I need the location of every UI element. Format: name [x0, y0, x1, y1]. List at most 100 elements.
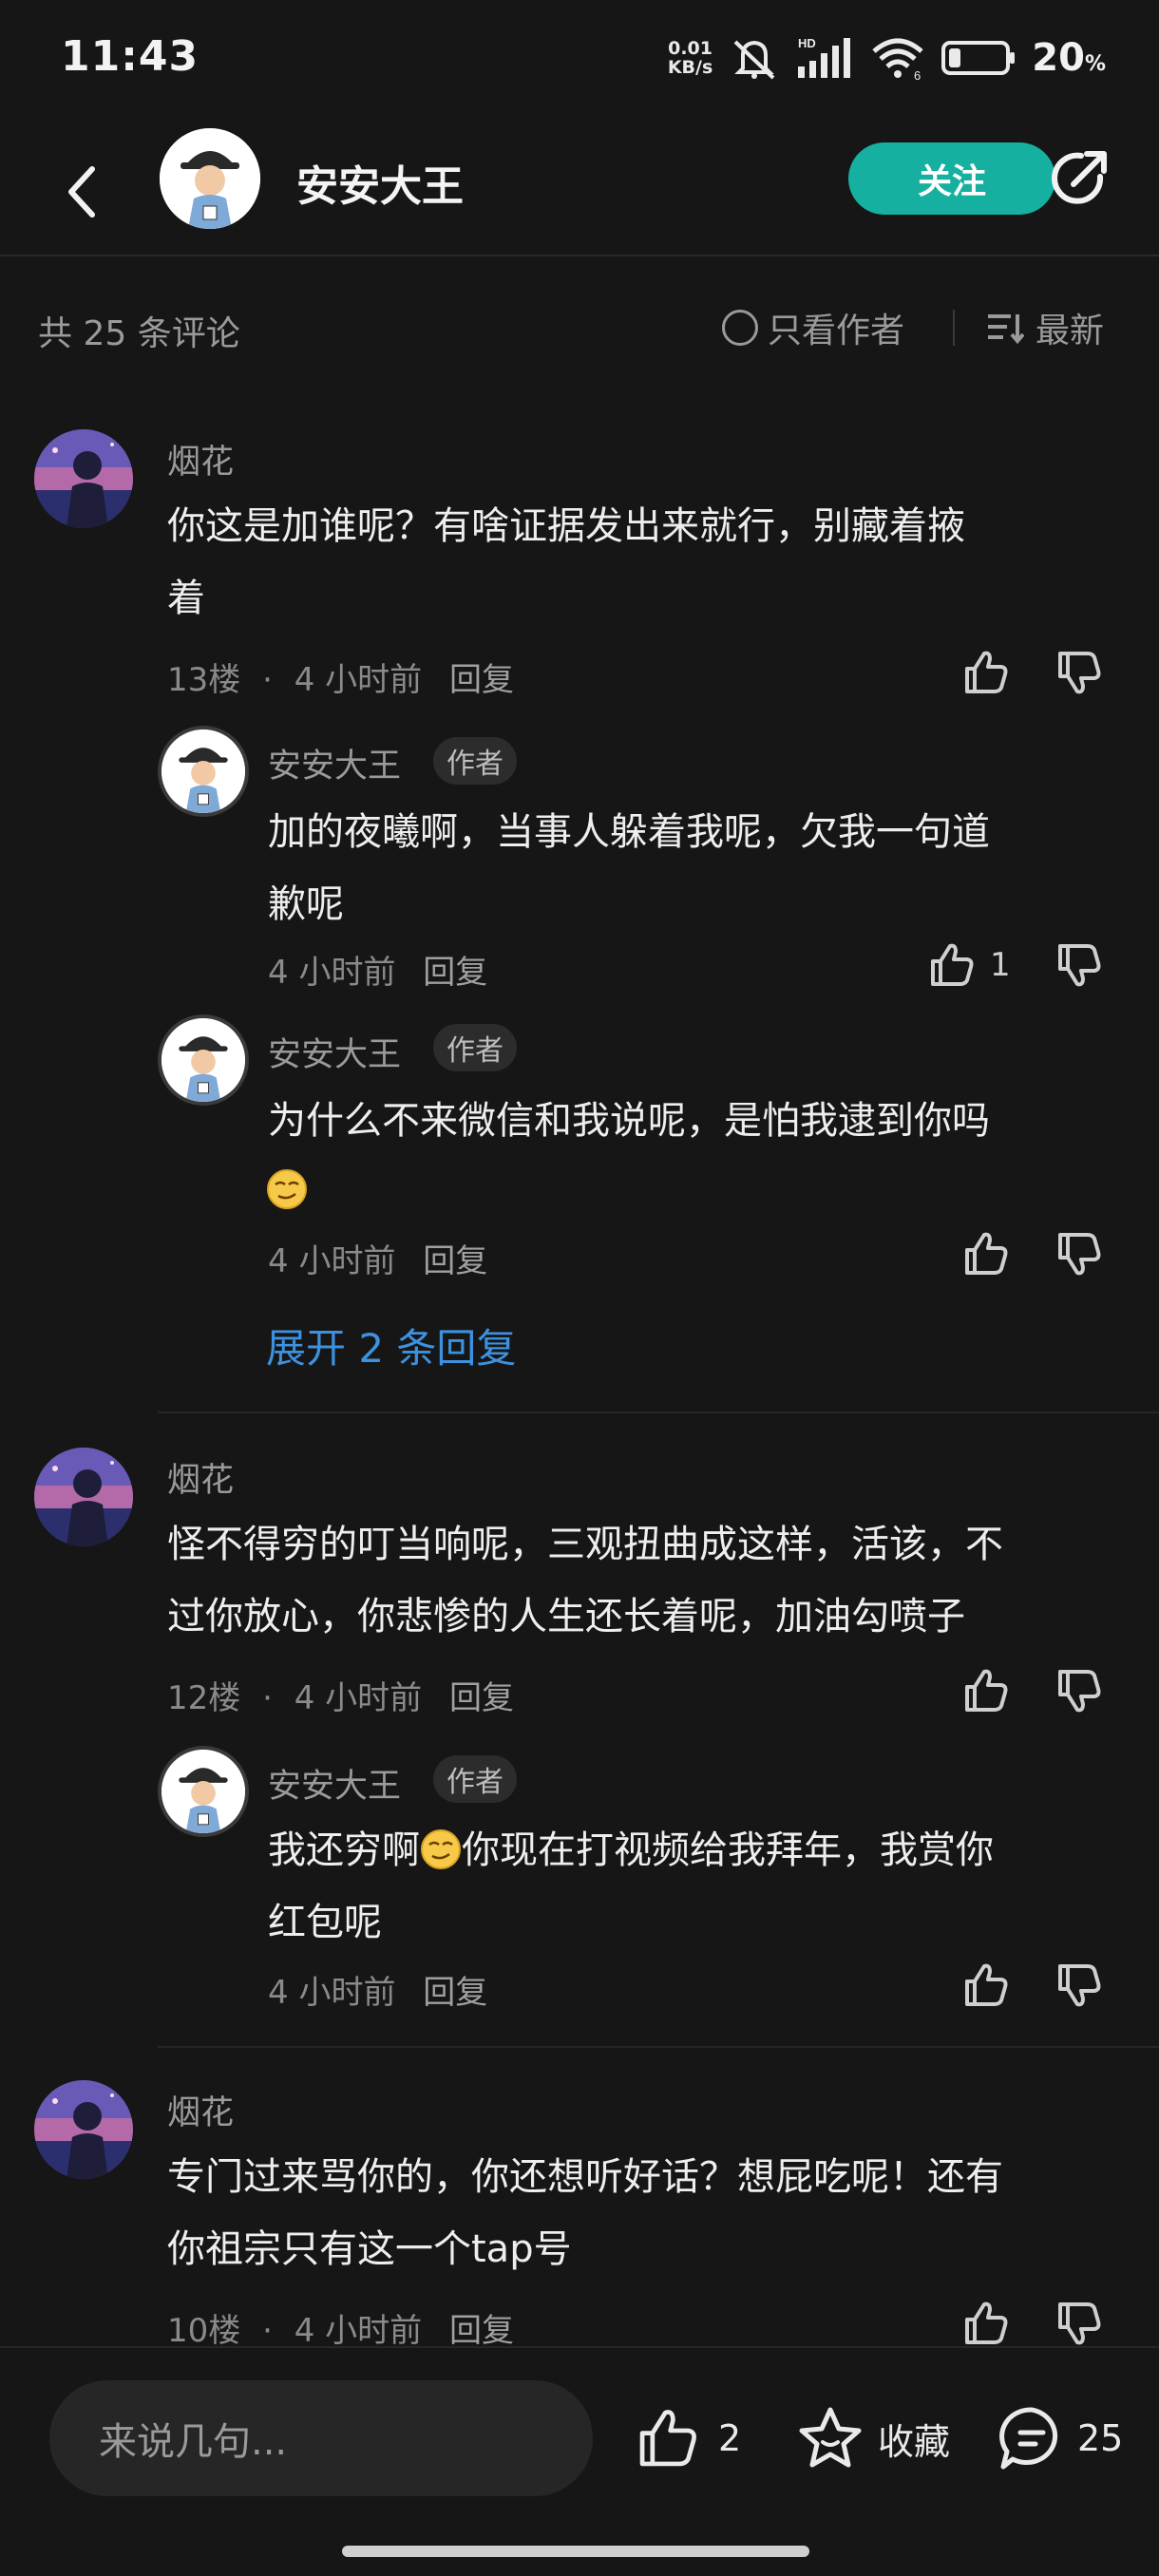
top-app-bar: 安安大王 关注 [0, 123, 1159, 256]
dislike-button[interactable] [1054, 644, 1104, 701]
bottom-action-bar: 来说几句... 2 收藏 25 [0, 2346, 1159, 2576]
reply-button[interactable]: 回复 [449, 2312, 514, 2350]
page-title: 安安大王 [296, 162, 464, 211]
star-icon [799, 2407, 862, 2468]
thumb-down-icon [1054, 1666, 1104, 1715]
like-button[interactable] [961, 1662, 1011, 1719]
floor-number: 10楼 [167, 2312, 241, 2350]
reply-text-cont: 红包呢 [268, 1901, 382, 1944]
floor-number: 12楼 [167, 1679, 241, 1717]
comment-username[interactable]: 烟花 [167, 435, 234, 483]
reply-username[interactable]: 安安大王 [268, 1759, 401, 1808]
comment-username[interactable]: 烟花 [167, 1453, 234, 1502]
author-badge: 作者 [433, 737, 517, 785]
expand-replies-link[interactable]: 展开 2 条回复 [266, 1316, 516, 1374]
reply-avatar[interactable] [158, 1014, 249, 1106]
signal-icon: HD [798, 36, 851, 78]
share-button[interactable] [1045, 146, 1112, 213]
post-like-button[interactable]: 2 [635, 2405, 741, 2472]
comments-toolbar: 共 25 条评论 只看作者 最新 [0, 294, 1159, 361]
comment-time: 4 小时前 [294, 1679, 423, 1717]
status-icons: 0.01 KB/s HD 6 20% [668, 34, 1106, 82]
like-count: 1 [990, 946, 1011, 984]
reply-avatar[interactable] [158, 1746, 249, 1837]
comment-icon [999, 2407, 1058, 2470]
smirk-emoji [266, 1168, 308, 1210]
comment-total: 25 [1077, 2417, 1124, 2459]
reply-text-cont: 歉呢 [268, 882, 344, 926]
comment-count: 共 25 条评论 [38, 314, 240, 353]
like-button[interactable]: 1 [927, 937, 1011, 994]
wifi-icon: 6 [872, 38, 923, 82]
thumb-down-icon [1054, 648, 1104, 697]
reply-button[interactable]: 回复 [423, 954, 487, 992]
sort-button[interactable]: 最新 [986, 304, 1104, 351]
comment-text-cont: 着 [167, 577, 205, 620]
radio-icon [722, 310, 758, 346]
comment-count-button[interactable]: 25 [998, 2405, 1123, 2472]
thumb-up-icon [961, 1960, 1011, 2010]
status-bar: 11:43 0.01 KB/s HD 6 20% [0, 0, 1159, 114]
like-button[interactable] [961, 644, 1011, 701]
reply-button[interactable]: 回复 [449, 661, 514, 699]
dislike-button[interactable] [1054, 1662, 1104, 1719]
thumb-up-icon [961, 2299, 1011, 2348]
reply-button[interactable]: 回复 [449, 1679, 514, 1717]
like-button[interactable] [961, 2295, 1011, 2352]
like-button[interactable] [961, 1957, 1011, 2014]
reply-button[interactable]: 回复 [423, 1242, 487, 1280]
thumb-down-icon [1054, 1960, 1104, 2010]
user-avatar[interactable] [34, 429, 133, 528]
back-button[interactable] [49, 144, 116, 239]
reply-username[interactable]: 安安大王 [268, 739, 401, 787]
comment-username[interactable]: 烟花 [167, 2086, 234, 2134]
dislike-button[interactable] [1054, 1225, 1104, 1282]
dislike-button[interactable] [1054, 2295, 1104, 2352]
back-icon [68, 166, 95, 218]
user-avatar[interactable] [34, 2080, 133, 2179]
like-button[interactable] [961, 1225, 1011, 1282]
sort-label: 最新 [1036, 312, 1105, 350]
comment-meta: 10楼 · 4 小时前 回复 [167, 2312, 514, 2350]
reply-meta: 4 小时前 回复 [268, 946, 487, 993]
reply-button[interactable]: 回复 [423, 1974, 487, 2012]
dislike-button[interactable] [1054, 1957, 1104, 2014]
reply-text: 加的夜曦啊，当事人躲着我呢，欠我一句道 [268, 810, 990, 854]
battery-icon [941, 41, 1016, 75]
hd-label: HD [798, 36, 816, 50]
user-avatar[interactable] [34, 1448, 133, 1546]
only-author-label: 只看作者 [768, 312, 905, 350]
status-time: 11:43 [61, 32, 200, 81]
comment-input[interactable]: 来说几句... [49, 2380, 593, 2496]
comment-text-cont: 过你放心，你悲惨的人生还长着呢，加油勾喷子 [167, 1595, 965, 1638]
mute-icon [733, 40, 775, 80]
comment-meta: 12楼 · 4 小时前 回复 [167, 1679, 514, 1717]
reply-username[interactable]: 安安大王 [268, 1028, 401, 1076]
author-badge: 作者 [433, 1755, 517, 1803]
reply-time: 4 小时前 [268, 1974, 396, 2012]
thumb-up-icon [639, 2410, 696, 2467]
comment-text: 专门过来骂你的，你还想听好话？想屁吃呢！还有 [167, 2155, 1003, 2199]
comment-text: 你这是加谁呢？有啥证据发出来就行，别藏着掖 [167, 504, 965, 548]
wifi-level: 6 [914, 68, 921, 82]
thumb-up-icon [927, 940, 977, 990]
reply-avatar[interactable] [158, 726, 249, 817]
reply-text: 为什么不来微信和我说呢，是怕我逮到你吗 [268, 1099, 990, 1143]
speed-unit: KB/s [667, 57, 713, 78]
reply-text: 我还穷啊 你现在打视频给我拜年，我赏你 [268, 1814, 994, 1886]
favorite-button[interactable]: 收藏 [796, 2405, 950, 2472]
follow-button[interactable]: 关注 [848, 142, 1055, 215]
author-avatar[interactable] [160, 128, 260, 229]
thumb-down-icon [1054, 940, 1104, 990]
reply-meta: 4 小时前 回复 [268, 1235, 487, 1281]
only-author-toggle[interactable]: 只看作者 [722, 304, 904, 351]
dislike-button[interactable] [1054, 937, 1104, 994]
home-indicator[interactable] [342, 2546, 809, 2557]
reply-text-part: 你现在打视频给我拜年，我赏你 [462, 1828, 994, 1872]
smirk-emoji [420, 1828, 462, 1870]
comment-time: 4 小时前 [294, 661, 423, 699]
comment-text: 怪不得穷的叮当响呢，三观扭曲成这样，活该，不 [167, 1523, 1003, 1566]
sort-icon [988, 314, 1024, 345]
post-like-count: 2 [718, 2417, 742, 2459]
comment-text-cont: 你祖宗只有这一个tap号 [167, 2227, 572, 2271]
